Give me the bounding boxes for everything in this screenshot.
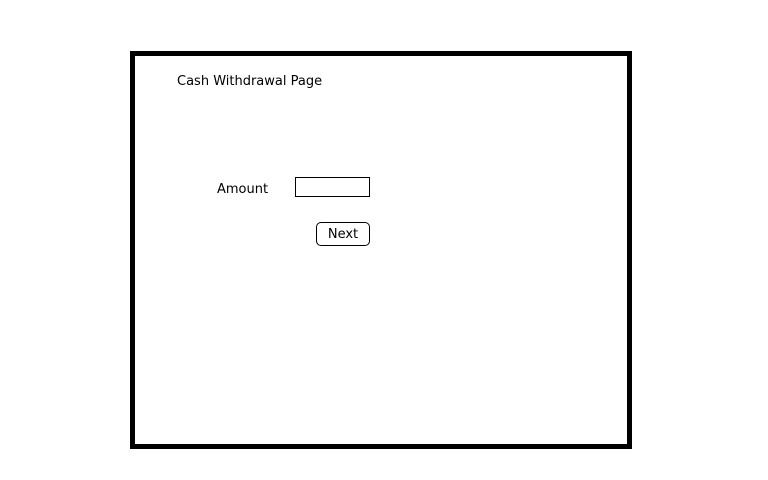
next-button[interactable]: Next	[316, 222, 370, 246]
page-title: Cash Withdrawal Page	[177, 74, 323, 89]
page-frame: Cash Withdrawal Page Amount Next	[130, 51, 632, 449]
amount-label: Amount	[217, 182, 269, 197]
amount-input[interactable]	[295, 177, 370, 197]
